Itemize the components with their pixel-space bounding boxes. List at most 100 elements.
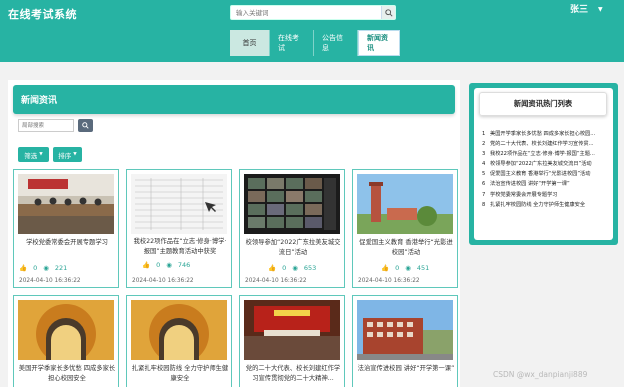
news-card[interactable]: 扎紧扎牢校园防线 全力守护师生健康安全	[126, 295, 232, 387]
news-card[interactable]: 校领导参加“2022广东拉美友城交流日”活动 👍 0 ◉ 653 2024-04-1…	[239, 169, 345, 288]
filter-label: 筛选	[24, 151, 38, 160]
news-title[interactable]: 校领导参加“2022广东拉美友城交流日”活动	[244, 238, 342, 257]
news-card[interactable]: 我校22项作品在“立志·修身·博学·报国”主题教育活动中获奖 👍 0 ◉ 746 2…	[126, 169, 232, 288]
view-count: 451	[416, 264, 430, 272]
hot-news-list: 1 美国开学季家长多忧愁 四成多家长担心校园... 2 党的二十大代表、校长刘建红作…	[482, 129, 612, 210]
news-title[interactable]: 美国开学季家长多忧愁 四成多家长担心校园安全	[18, 364, 116, 383]
like-count: 0	[282, 264, 287, 272]
search-icon	[82, 122, 89, 129]
hot-news-index: 7	[482, 191, 486, 198]
eye-icon: ◉	[292, 264, 298, 272]
hot-news-index: 6	[482, 181, 486, 188]
hot-news-text: 党的二十大代表、校长刘建红作学习宣传贯...	[490, 141, 594, 148]
news-panel: 新闻资讯 筛选▼ 排序▼ 学校党委常委会开展专题学习 👍0 ◉221 2024-…	[8, 80, 460, 387]
news-stats: 👍 0 ◉ 653	[268, 264, 316, 272]
hot-news-text: 美国开学季家长多忧愁 四成多家长担心校园...	[490, 131, 596, 137]
hot-news-item[interactable]: 1 美国开学季家长多忧愁 四成多家长担心校园...	[482, 129, 612, 139]
news-stats: 👍 0 ◉ 451	[381, 264, 429, 272]
hot-news-text: 扎紧扎牢校园防线 全力守护师生健康安全	[490, 201, 586, 208]
news-stats: 👍 0 ◉ 746	[142, 261, 190, 269]
hot-news-item[interactable]: 7 学校党委常委会开展专题学习	[482, 190, 612, 200]
sort-button[interactable]: 排序 ▼	[53, 147, 82, 162]
meeting-photo	[18, 174, 114, 234]
like-count: 0	[33, 264, 38, 272]
hot-news-text: 促爱国主义教育 香港举行“光影进校园”活动	[490, 171, 591, 178]
like-count: 0	[156, 261, 161, 269]
news-title[interactable]: 法治宣传进校园 讲好“开学第一课”	[357, 364, 455, 383]
nav-news[interactable]: 新闻资讯	[358, 30, 400, 56]
building-photo	[357, 300, 453, 360]
like-count: 0	[395, 264, 400, 272]
like-icon[interactable]: 👍	[268, 264, 276, 272]
news-stats: 👍 0 ◉ 221	[19, 264, 67, 272]
header-bar: 在线考试系统 张三 ▼ 首页 在线考试 公告信息 新闻资讯	[0, 0, 624, 62]
hall-photo	[244, 300, 340, 360]
view-count: 653	[303, 264, 317, 272]
news-title[interactable]: 党的二十大代表、校长刘建红作学习宣传贯彻党的二十大精神...	[244, 364, 342, 383]
search-box	[230, 5, 396, 20]
document-photo	[131, 174, 227, 234]
view-count: 221	[54, 264, 68, 272]
keyword-search-input[interactable]	[18, 119, 74, 132]
gate-photo	[18, 300, 114, 360]
user-menu[interactable]: 张三	[570, 2, 588, 15]
like-icon[interactable]: 👍	[19, 264, 27, 272]
hot-news-item[interactable]: 6 法治宣传进校园 讲好“开学第一课”	[482, 179, 612, 189]
news-title[interactable]: 扎紧扎牢校园防线 全力守护师生健康安全	[131, 364, 229, 383]
news-card[interactable]: 美国开学季家长多忧愁 四成多家长担心校园安全	[13, 295, 119, 387]
hot-news-inner: 新闻资讯热门列表 1 美国开学季家长多忧愁 四成多家长担心校园... 2 党的二十大…	[474, 88, 613, 240]
news-card[interactable]: 学校党委常委会开展专题学习 👍 0 ◉ 221 2024-04-10 16:36:2…	[13, 169, 119, 288]
hot-news-item[interactable]: 5 促爱国主义教育 香港举行“光影进校园”活动	[482, 169, 612, 179]
caret-down-icon: ▼	[39, 152, 43, 157]
hot-news-text: 法治宣传进校园 讲好“开学第一课”	[490, 181, 570, 188]
section-title: 新闻资讯	[21, 96, 58, 106]
news-card[interactable]: 促爱国主义教育 香港举行“光影进校园”活动 👍 0 ◉ 451 2024-04-10…	[352, 169, 458, 288]
hot-news-item[interactable]: 3 我校22项作品在“立志·修身·博学·报国”主题...	[482, 149, 612, 159]
nav-announcements[interactable]: 公告信息	[314, 30, 358, 56]
eye-icon: ◉	[166, 261, 172, 269]
hot-news-sidebar: 新闻资讯热门列表 1 美国开学季家长多忧愁 四成多家长担心校园... 2 党的二十大…	[469, 83, 618, 245]
campus-tower-photo	[357, 174, 453, 234]
hot-news-index: 5	[482, 171, 486, 178]
news-date: 2024-04-10 16:36:22	[132, 278, 194, 284]
watermark: CSDN @wx_danpianji889	[493, 370, 588, 379]
site-title[interactable]: 在线考试系统	[8, 6, 77, 22]
news-title[interactable]: 促爱国主义教育 香港举行“光影进校园”活动	[357, 238, 455, 257]
eye-icon: ◉	[405, 264, 411, 272]
filter-button[interactable]: 筛选 ▼	[18, 147, 49, 162]
news-date: 2024-04-10 16:36:22	[245, 278, 307, 284]
hot-news-item[interactable]: 8 扎紧扎牢校园防线 全力守护师生健康安全	[482, 200, 612, 210]
news-card[interactable]: 党的二十大代表、校长刘建红作学习宣传贯彻党的二十大精神...	[239, 295, 345, 387]
keyword-search-button[interactable]	[78, 119, 93, 132]
news-card[interactable]: 法治宣传进校园 讲好“开学第一课”	[352, 295, 458, 387]
news-date: 2024-04-10 16:36:22	[19, 278, 81, 284]
like-icon[interactable]: 👍	[142, 261, 150, 269]
hot-news-index: 2	[482, 141, 486, 148]
caret-down-icon[interactable]: ▼	[598, 6, 603, 13]
search-input[interactable]	[231, 6, 381, 19]
hot-news-title: 新闻资讯热门列表	[479, 92, 607, 116]
hot-news-index: 3	[482, 151, 486, 158]
search-icon	[384, 8, 393, 17]
news-date: 2024-04-10 16:36:22	[358, 278, 420, 284]
like-icon[interactable]: 👍	[381, 264, 389, 272]
hot-news-text: 校领导参加“2022广东拉美友城交流日”活动	[490, 161, 592, 168]
hot-news-index: 1	[482, 131, 486, 137]
news-title[interactable]: 学校党委常委会开展专题学习	[18, 238, 116, 248]
section-header: 新闻资讯	[13, 85, 455, 114]
hot-news-index: 4	[482, 161, 486, 168]
hot-news-text: 学校党委常委会开展专题学习	[490, 191, 558, 198]
caret-down-icon: ▼	[73, 152, 77, 157]
sort-label: 排序	[58, 151, 72, 160]
hot-news-item[interactable]: 2 党的二十大代表、校长刘建红作学习宣传贯...	[482, 139, 612, 149]
news-title[interactable]: 我校22项作品在“立志·修身·博学·报国”主题教育活动中获奖	[131, 237, 229, 256]
search-button[interactable]	[381, 6, 395, 19]
gate-photo	[131, 300, 227, 360]
video-conference-photo	[244, 174, 340, 234]
hot-news-item[interactable]: 4 校领导参加“2022广东拉美友城交流日”活动	[482, 159, 612, 169]
nav-online-exam[interactable]: 在线考试	[270, 30, 314, 56]
main-nav: 首页 在线考试 公告信息 新闻资讯	[230, 30, 400, 56]
view-count: 746	[177, 261, 191, 269]
nav-home[interactable]: 首页	[230, 30, 270, 56]
hot-news-index: 8	[482, 201, 486, 208]
